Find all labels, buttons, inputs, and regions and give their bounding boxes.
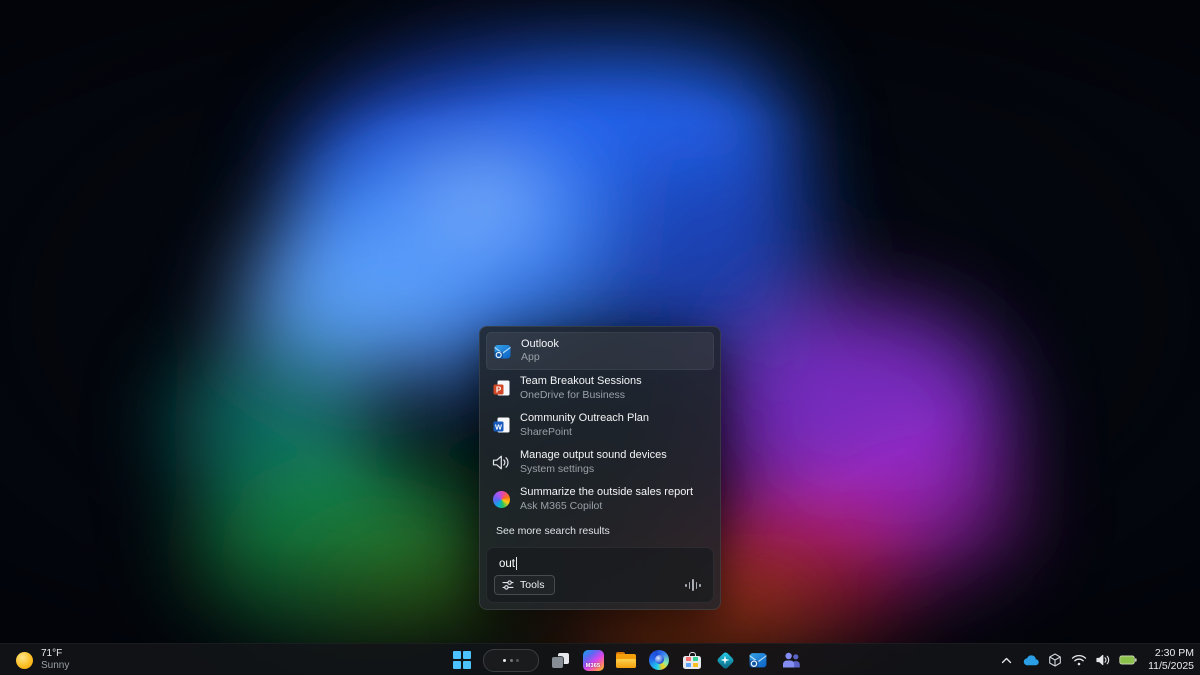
system-tray: 2:30 PM 11/5/2025 xyxy=(998,644,1194,675)
result-subtitle: OneDrive for Business xyxy=(520,389,642,402)
m365-copilot-app-button[interactable]: M365 xyxy=(581,647,605,673)
see-more-search-results-link[interactable]: See more search results xyxy=(496,525,709,537)
chevron-up-icon[interactable] xyxy=(998,648,1014,672)
taskbar-clock[interactable]: 2:30 PM 11/5/2025 xyxy=(1148,647,1194,673)
voice-waveform-icon[interactable] xyxy=(685,578,701,592)
desktop: Outlook App P Team Breakout Sessions One… xyxy=(0,0,1200,675)
wifi-icon[interactable] xyxy=(1071,648,1087,672)
copilot-sparkle-app-button[interactable] xyxy=(713,647,737,673)
task-view-button[interactable] xyxy=(548,647,572,673)
powerpoint-file-icon: P xyxy=(491,379,511,399)
teams-icon xyxy=(782,652,801,668)
weather-condition: Sunny xyxy=(41,660,69,672)
result-title: Community Outreach Plan xyxy=(520,412,649,426)
search-result-outlook[interactable]: Outlook App xyxy=(486,332,714,370)
tools-button-label: Tools xyxy=(520,579,545,591)
teams-app-button[interactable] xyxy=(779,647,803,673)
outlook-icon xyxy=(492,341,512,361)
search-result-team-breakout-sessions[interactable]: P Team Breakout Sessions OneDrive for Bu… xyxy=(486,370,714,407)
task-view-icon xyxy=(552,653,569,668)
typing-dot xyxy=(510,659,513,662)
result-title: Summarize the outside sales report xyxy=(520,486,693,500)
search-result-summarize-outside-sales-report[interactable]: Summarize the outside sales report Ask M… xyxy=(486,481,714,518)
edge-browser-button[interactable] xyxy=(647,647,671,673)
outlook-app-button[interactable] xyxy=(746,647,770,673)
outlook-icon xyxy=(748,650,768,670)
sliders-icon xyxy=(502,579,514,591)
microsoft-store-icon xyxy=(683,652,701,669)
m365-copilot-icon: M365 xyxy=(583,650,604,671)
svg-text:P: P xyxy=(495,385,501,394)
search-result-community-outreach-plan[interactable]: W Community Outreach Plan SharePoint xyxy=(486,407,714,444)
search-result-manage-output-sound-devices[interactable]: Manage output sound devices System setti… xyxy=(486,444,714,481)
file-explorer-button[interactable] xyxy=(614,647,638,673)
taskbar: 71°F Sunny M365 xyxy=(0,643,1200,675)
search-flyout-panel: Outlook App P Team Breakout Sessions One… xyxy=(479,326,721,610)
search-input[interactable]: out Tools xyxy=(486,547,714,603)
weather-widget[interactable]: 71°F Sunny xyxy=(0,644,83,675)
typing-dot xyxy=(516,659,519,662)
start-button[interactable] xyxy=(450,647,474,673)
sparkle-app-icon xyxy=(715,650,736,671)
onedrive-icon[interactable] xyxy=(1022,648,1039,672)
search-input-text: out xyxy=(487,548,713,570)
result-subtitle: Ask M365 Copilot xyxy=(520,500,693,513)
result-subtitle: App xyxy=(521,351,559,364)
search-query-text: out xyxy=(499,558,515,570)
result-subtitle: System settings xyxy=(520,463,667,476)
sun-icon xyxy=(16,652,33,669)
tray-time: 2:30 PM xyxy=(1155,647,1194,660)
battery-icon[interactable] xyxy=(1119,648,1137,672)
speaker-icon xyxy=(491,453,511,473)
m365-label: M365 xyxy=(583,663,604,669)
tools-button[interactable]: Tools xyxy=(494,575,555,595)
word-file-icon: W xyxy=(491,416,511,436)
edge-browser-icon xyxy=(649,650,669,670)
weather-temperature: 71°F xyxy=(41,648,69,660)
result-title: Team Breakout Sessions xyxy=(520,375,642,389)
microsoft-store-button[interactable] xyxy=(680,647,704,673)
text-caret xyxy=(516,557,517,570)
result-title: Manage output sound devices xyxy=(520,449,667,463)
result-title: Outlook xyxy=(521,338,559,352)
taskbar-center-icons: M365 xyxy=(450,644,803,675)
volume-icon[interactable] xyxy=(1095,648,1111,672)
typing-dot xyxy=(503,659,506,662)
svg-text:W: W xyxy=(495,422,502,431)
taskbar-search-pill[interactable] xyxy=(483,649,539,672)
result-subtitle: SharePoint xyxy=(520,426,649,439)
tray-date: 11/5/2025 xyxy=(1148,660,1194,673)
copilot-icon xyxy=(491,490,511,510)
windows-logo-icon xyxy=(453,651,472,670)
system-hexagon-icon[interactable] xyxy=(1047,648,1063,672)
file-explorer-icon xyxy=(616,652,636,668)
search-results-list: Outlook App P Team Breakout Sessions One… xyxy=(480,327,720,539)
